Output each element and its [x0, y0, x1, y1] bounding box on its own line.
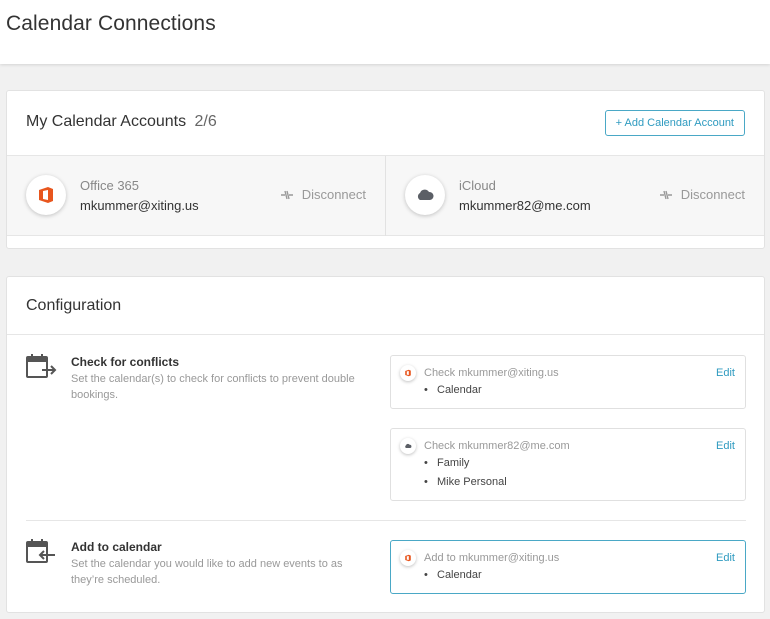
- add-to-calendar-description: Set the calendar you would like to add n…: [71, 558, 343, 586]
- configuration-card: Configuration Check for conflicts Set th…: [6, 276, 765, 613]
- add-calendar-account-button[interactable]: + Add Calendar Account: [604, 110, 745, 136]
- edit-button[interactable]: Edit: [716, 440, 735, 452]
- unplug-icon: [659, 190, 672, 200]
- page-header: Calendar Connections: [0, 0, 770, 64]
- disconnect-icloud-button[interactable]: Disconnect: [659, 187, 745, 202]
- configuration-title: Configuration: [26, 297, 122, 314]
- conflict-box-label: Check mkummer@xiting.us: [424, 367, 559, 379]
- account-email: mkummer@xiting.us: [80, 198, 199, 213]
- calendar-list: Calendar: [424, 383, 482, 402]
- calendar-list: Family Mike Personal: [424, 456, 507, 494]
- section-divider: [26, 520, 746, 521]
- icloud-icon: [405, 175, 445, 215]
- page-title: Calendar Connections: [6, 12, 216, 35]
- configuration-header: Configuration: [7, 277, 764, 335]
- calendar-list: Calendar: [424, 568, 482, 587]
- disconnect-label: Disconnect: [301, 187, 366, 202]
- calendar-check-icon: [26, 354, 57, 378]
- add-box-label: Add to mkummer@xiting.us: [424, 552, 560, 564]
- edit-button[interactable]: Edit: [716, 552, 735, 564]
- list-item: Mike Personal: [424, 475, 507, 494]
- list-item: Calendar: [424, 568, 482, 587]
- add-calendar-box: Add to mkummer@xiting.us Edit Calendar: [390, 540, 746, 594]
- edit-button[interactable]: Edit: [716, 367, 735, 379]
- calendar-add-icon: [26, 539, 55, 563]
- account-provider: Office 365: [80, 178, 140, 193]
- accounts-title-text: My Calendar Accounts: [26, 113, 187, 130]
- account-email: mkummer82@me.com: [459, 198, 591, 213]
- list-item: Calendar: [424, 383, 482, 402]
- office365-icon: [26, 175, 66, 215]
- icloud-icon: [400, 438, 416, 454]
- disconnect-office365-button[interactable]: Disconnect: [280, 187, 366, 202]
- office365-icon: [400, 550, 416, 566]
- check-conflicts-title: Check for conflicts: [71, 355, 180, 369]
- account-icloud: iCloud mkummer82@me.com Disconnect: [385, 156, 764, 236]
- account-provider: iCloud: [459, 178, 496, 193]
- conflict-box-label: Check mkummer82@me.com: [424, 440, 570, 452]
- office365-icon: [400, 365, 416, 381]
- accounts-count: 2/6: [194, 113, 217, 130]
- disconnect-label: Disconnect: [680, 187, 745, 202]
- accounts-title: My Calendar Accounts 2/6: [26, 113, 217, 131]
- calendar-accounts-card: My Calendar Accounts 2/6 + Add Calendar …: [6, 90, 765, 249]
- accounts-list: Office 365 mkummer@xiting.us Disconnect …: [7, 156, 764, 236]
- conflict-calendar-box: Check mkummer82@me.com Edit Family Mike …: [390, 428, 746, 501]
- accounts-header: My Calendar Accounts 2/6 + Add Calendar …: [7, 91, 764, 156]
- unplug-icon: [280, 190, 293, 200]
- conflict-calendar-box: Check mkummer@xiting.us Edit Calendar: [390, 355, 746, 409]
- add-to-calendar-title: Add to calendar: [71, 540, 162, 554]
- list-item: Family: [424, 456, 507, 475]
- check-conflicts-description: Set the calendar(s) to check for conflic…: [71, 373, 355, 401]
- account-office365: Office 365 mkummer@xiting.us Disconnect: [7, 156, 385, 236]
